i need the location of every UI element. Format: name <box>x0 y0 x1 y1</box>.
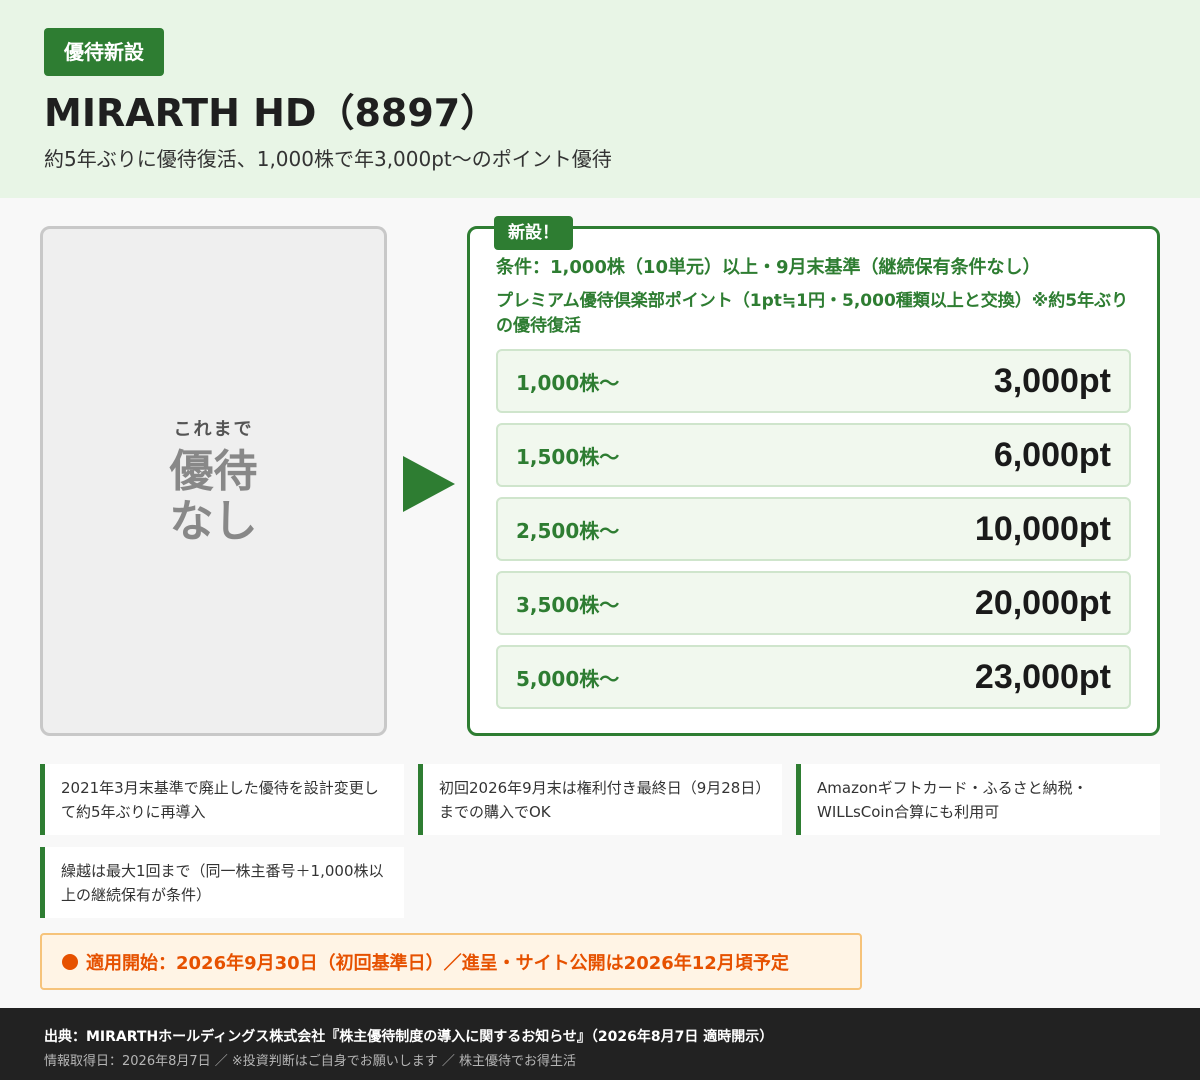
tier-shares: 1,500株〜 <box>516 444 620 469</box>
benefit-description: プレミアム優待倶楽部ポイント（1pt≒1円・5,000種類以上と交換）※約5年ぶ… <box>496 291 1129 336</box>
tier-shares: 2,500株〜 <box>516 518 620 543</box>
note-item: 2021年3月末基準で廃止した優待を設計変更して約5年ぶりに再導入 <box>40 764 404 835</box>
benefit-condition: 条件：1,000株（10単元）以上・9月末基準（継続保有条件なし） <box>496 257 1041 278</box>
tier-shares: 5,000株〜 <box>516 666 620 691</box>
header: 優待新設 MIRARTH HD（8897） 約5年ぶりに優待復活、1,000株で… <box>0 0 1200 198</box>
tier-list: 1,000株〜 3,000pt 1,500株〜 6,000pt 2,500株〜 … <box>496 349 1131 709</box>
arrow-right-icon <box>403 456 455 512</box>
before-label: これまで <box>173 419 254 440</box>
note-item: Amazonギフトカード・ふるさと納税・WILLsCoin合算にも利用可 <box>796 764 1160 835</box>
tier-row: 1,500株〜 6,000pt <box>496 423 1131 487</box>
tier-shares: 1,000株〜 <box>516 370 620 395</box>
start-date-text: 適用開始：2026年9月30日（初回基準日）／進呈・サイト公開は2026年12月… <box>86 952 789 974</box>
after-panel: 新設！ 条件：1,000株（10単元）以上・9月末基準（継続保有条件なし） プレ… <box>467 216 1160 736</box>
footer-meta: 情報取得日：2026年8月7日 ／ ※投資判断はご自身でお願いします ／ 株主優… <box>44 1054 577 1069</box>
before-status: 優待 なし <box>170 447 258 547</box>
before-status-line2: なし <box>169 496 258 547</box>
tier-points: 6,000pt <box>993 435 1111 474</box>
footer: 出典：MIRARTHホールディングス株式会社『株主優待制度の導入に関するお知らせ… <box>0 1008 1200 1080</box>
tier-row: 5,000株〜 23,000pt <box>496 645 1131 709</box>
page-title: MIRARTH HD（8897） <box>44 91 499 135</box>
tier-row: 3,500株〜 20,000pt <box>496 571 1131 635</box>
page-subtitle: 約5年ぶりに優待復活、1,000株で年3,000pt〜のポイント優待 <box>44 147 612 171</box>
tier-row: 1,000株〜 3,000pt <box>496 349 1131 413</box>
note-item: 初回2026年9月末は権利付き最終日（9月28日）までの購入でOK <box>418 764 782 835</box>
tier-points: 3,000pt <box>993 361 1111 400</box>
tier-points: 23,000pt <box>974 657 1111 696</box>
tier-row: 2,500株〜 10,000pt <box>496 497 1131 561</box>
start-date-banner: 適用開始：2026年9月30日（初回基準日）／進呈・サイト公開は2026年12月… <box>40 933 862 990</box>
new-tag: 新設！ <box>494 216 573 250</box>
footer-source: 出典：MIRARTHホールディングス株式会社『株主優待制度の導入に関するお知らせ… <box>44 1029 774 1045</box>
tier-shares: 3,500株〜 <box>516 592 620 617</box>
orange-dot-icon <box>62 953 78 970</box>
note-item: 繰越は最大1回まで（同一株主番号＋1,000株以上の継続保有が条件） <box>40 847 404 918</box>
notes-grid: 2021年3月末基準で廃止した優待を設計変更して約5年ぶりに再導入 初回2026… <box>40 764 1160 918</box>
tier-points: 10,000pt <box>974 509 1111 548</box>
before-panel: これまで 優待 なし <box>40 226 387 736</box>
tier-points: 20,000pt <box>974 583 1111 622</box>
new-benefit-badge: 優待新設 <box>44 28 164 76</box>
before-status-line1: 優待 <box>169 446 258 497</box>
